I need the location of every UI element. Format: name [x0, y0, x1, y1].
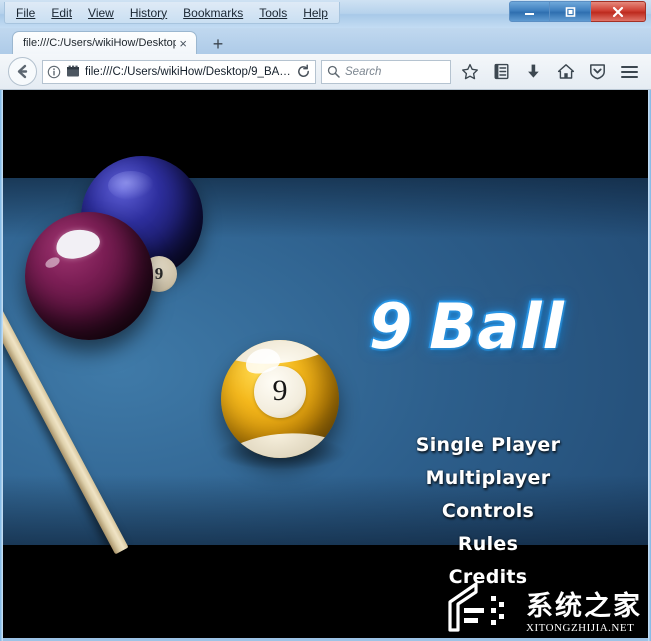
hamburger-menu-icon [621, 65, 638, 78]
hamburger-menu-button[interactable] [616, 58, 643, 85]
tab-active[interactable]: file:///C:/Users/wikiHow/Desktop × [12, 31, 197, 54]
minimize-icon [525, 12, 534, 15]
game-title-nine: 9 [369, 290, 414, 363]
tab-title: file:///C:/Users/wikiHow/Desktop [23, 37, 177, 49]
close-button[interactable] [591, 1, 646, 22]
blue-ball-number: 9 [154, 264, 164, 283]
back-arrow-icon [17, 64, 28, 79]
menu-multiplayer[interactable]: Multiplayer [426, 467, 551, 489]
purple-ball-highlight [53, 227, 101, 261]
back-button[interactable] [8, 57, 37, 86]
pocket-button[interactable] [584, 58, 611, 85]
menu-tools[interactable]: Tools [252, 3, 294, 23]
info-icon[interactable] [47, 65, 61, 79]
maximize-icon [565, 6, 575, 17]
menu-controls[interactable]: Controls [442, 500, 534, 522]
watermark-chinese: 系统之家 [526, 591, 642, 622]
menu-file[interactable]: File [9, 3, 42, 23]
bookmark-star-button[interactable] [456, 58, 483, 85]
game-title: 9 Ball [369, 290, 565, 363]
watermark-house-icon [448, 582, 504, 632]
game-stage: 9 9 9 Ball Single Player Multiplayer Con… [3, 90, 648, 638]
url-text: file:///C:/Users/wikiHow/Desktop/9_BALL/ [85, 65, 291, 78]
maximize-button[interactable] [550, 1, 591, 22]
browser-window: File Edit View History Bookmarks Tools H… [0, 0, 651, 641]
game-title-ball: Ball [429, 290, 565, 363]
nine-ball-number-circle: 9 [254, 365, 306, 418]
reload-icon[interactable] [296, 64, 311, 79]
purple-ball-highlight-small [44, 255, 63, 270]
downloads-icon [528, 64, 539, 78]
minimize-button[interactable] [509, 1, 550, 22]
watermark-logo-icon [446, 580, 520, 634]
page-content: 9 9 9 Ball Single Player Multiplayer Con… [3, 90, 648, 638]
downloads-button[interactable] [520, 58, 547, 85]
tab-strip: file:///C:/Users/wikiHow/Desktop × + [0, 28, 651, 54]
menu-view[interactable]: View [81, 3, 121, 23]
menu-bookmarks[interactable]: Bookmarks [176, 3, 250, 23]
menu-tools-label: Tools [259, 5, 288, 20]
blue-ball-highlight [107, 170, 155, 200]
search-input[interactable]: Search [345, 66, 381, 78]
navigation-toolbar: file:///C:/Users/wikiHow/Desktop/9_BALL/… [0, 54, 651, 90]
menu-file-label: File [16, 5, 36, 20]
new-tab-button[interactable]: + [207, 34, 229, 54]
watermark: 系统之家 XITONGZHIJIA.NET [446, 580, 642, 634]
menu-bookmarks-label: Bookmarks [183, 5, 244, 20]
menu-history[interactable]: History [123, 3, 174, 23]
menu-help-label: Help [303, 5, 328, 20]
home-icon [557, 64, 574, 79]
url-bar[interactable]: file:///C:/Users/wikiHow/Desktop/9_BALL/ [42, 59, 316, 84]
search-bar[interactable]: Search [321, 59, 451, 84]
menu-edit-label: Edit [51, 5, 73, 20]
menu-history-label: History [129, 5, 168, 20]
menu-rules[interactable]: Rules [458, 533, 518, 555]
close-icon [612, 6, 624, 17]
home-button[interactable] [552, 58, 579, 85]
watermark-text: 系统之家 XITONGZHIJIA.NET [526, 593, 642, 634]
nine-ball: 9 [221, 340, 339, 458]
pocket-shield-icon [590, 64, 605, 80]
purple-ball [25, 212, 153, 340]
pool-table-felt: 9 9 9 Ball Single Player Multiplayer Con… [3, 156, 648, 588]
title-bar: File Edit View History Bookmarks Tools H… [0, 0, 651, 28]
tab-close-icon[interactable]: × [176, 37, 190, 50]
folder-icon[interactable] [66, 65, 80, 78]
bookmark-star-icon [461, 63, 478, 79]
menu-edit[interactable]: Edit [44, 3, 79, 23]
library-icon [494, 63, 509, 80]
library-button[interactable] [488, 58, 515, 85]
menu-view-label: View [88, 5, 114, 20]
watermark-english: XITONGZHIJIA.NET [526, 622, 635, 634]
menu-bar: File Edit View History Bookmarks Tools H… [4, 2, 340, 24]
game-main-menu: Single Player Multiplayer Controls Rules… [403, 434, 573, 588]
search-icon [327, 65, 340, 78]
window-controls [509, 1, 646, 22]
nine-ball-number: 9 [272, 373, 288, 407]
menu-single-player[interactable]: Single Player [416, 434, 561, 456]
menu-help[interactable]: Help [296, 3, 335, 23]
